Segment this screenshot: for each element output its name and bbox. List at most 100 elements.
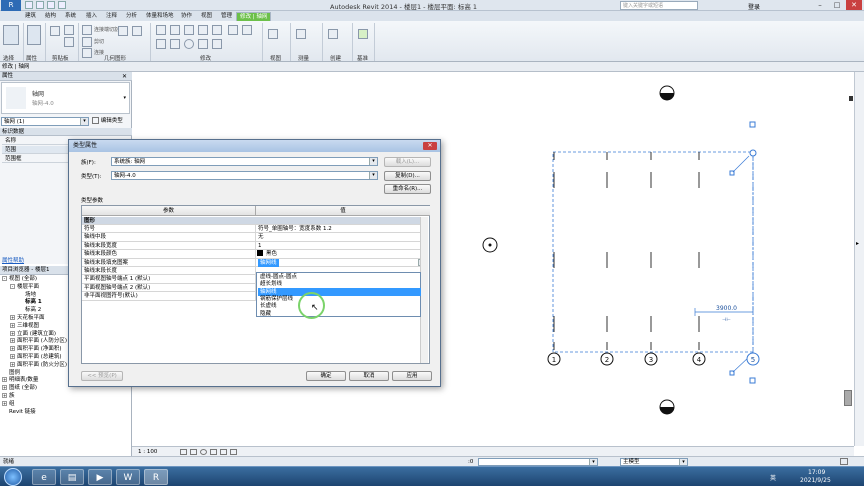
ime-lang[interactable]: 英 [770,473,776,482]
parameter-row[interactable]: ▾轴线末段填充图案轴网线 [82,258,428,267]
grid-end-handle[interactable] [749,149,757,157]
parameter-row[interactable]: 轴线末段颜色 黑色 [82,250,428,259]
instance-filter[interactable]: 轴网 (1) ▾ [1,117,89,126]
create-similar-icon[interactable] [328,29,338,39]
parameter-row[interactable]: 轴线中段 无 [82,233,428,242]
drag-handle[interactable] [749,377,756,384]
tab-architecture[interactable]: 建筑 [22,12,39,21]
group-select[interactable]: 选择 [3,54,14,62]
scale-icon[interactable] [212,39,222,49]
tab-massing[interactable]: 体量和场地 [143,12,177,21]
open-icon[interactable] [25,1,33,9]
expand-icon[interactable]: + [10,322,15,328]
collapse-icon[interactable]: - [10,283,15,289]
shadows-icon[interactable] [210,449,217,455]
tab-collaborate[interactable]: 协作 [178,12,195,21]
detail-level-icon[interactable] [180,449,187,455]
array-icon[interactable] [198,39,208,49]
preview-button[interactable]: << 预览(P) [81,371,123,381]
tab-insert[interactable]: 插入 [83,12,100,21]
ok-button[interactable]: 确定 [306,371,346,381]
paint-icon[interactable] [132,26,142,36]
cut-icon[interactable] [64,25,74,35]
type-select[interactable]: 轴网-4.0 ▾ [111,171,378,180]
properties-icon[interactable] [27,25,41,45]
parameter-value[interactable]: 符号_单圈轴号：宽度系数 1.2 [258,225,332,233]
dimension-lock-icon[interactable]: ⊣⊢ [722,317,731,323]
explorer-icon[interactable]: ▤ [60,469,84,485]
expand-icon[interactable]: + [10,338,15,344]
apply-button[interactable]: 应用 [392,371,432,381]
join-icon[interactable] [82,48,92,58]
cut-geometry-icon[interactable] [82,37,92,47]
align-icon[interactable] [156,25,166,35]
tab-modify-grid[interactable]: 修改 | 轴网 [236,12,272,21]
parameter-value[interactable]: 黑色 [266,250,277,258]
sun-path-icon[interactable] [200,449,207,455]
rotate-icon[interactable] [184,39,194,49]
mirror-axis-icon[interactable] [184,25,194,35]
parameter-row[interactable]: 轴线末段宽度 1 [82,241,428,251]
expand-icon[interactable]: + [2,377,7,383]
app-menu-button[interactable]: R [1,0,21,11]
media-icon[interactable]: ▶ [88,469,112,485]
expand-icon[interactable]: + [10,330,15,336]
save-icon[interactable] [36,1,44,9]
properties-help-link[interactable]: 属性帮助 [2,256,24,264]
dialog-close-button[interactable]: ✕ [423,142,437,150]
wall-joins-icon[interactable] [118,26,128,36]
cope-icon[interactable] [82,25,92,35]
edit-type-button[interactable]: 编辑类型 [92,117,123,126]
identity-data-header[interactable]: 标识数据 [0,128,132,136]
parameter-row[interactable]: 符号 符号_单圈轴号：宽度系数 1.2 [82,225,428,234]
copy-element-icon[interactable] [170,39,180,49]
hide-view-icon[interactable] [268,29,278,39]
navigation-bar-handle[interactable] [844,390,852,406]
active-workset[interactable]: ▾ [478,458,598,466]
offset-icon[interactable] [170,25,180,35]
close-icon[interactable]: ✕ [122,73,127,80]
trim-icon[interactable] [212,25,222,35]
fill-pattern-dropdown-list[interactable]: 虚线-圆点-圆点 超长划线 轴网线 钢筋保护层线 长虚线 隐藏 [256,272,421,317]
expand-icon[interactable]: + [2,392,7,398]
ie-icon[interactable]: e [32,469,56,485]
design-option[interactable]: 主模型 ▾ [620,458,688,466]
rename-button[interactable]: 重命名(R)... [384,184,431,194]
modify-select-icon[interactable] [3,25,19,45]
browser-item[interactable]: + 族 [2,392,130,401]
tab-view[interactable]: 视图 [198,12,215,21]
user-signin[interactable]: 登录 [748,2,760,11]
filter-icon[interactable] [840,458,848,465]
minimize-button[interactable]: – [812,0,828,10]
vertical-scrollbar[interactable] [854,72,864,446]
drag-handle[interactable] [749,121,756,128]
expand-icon[interactable]: + [2,385,7,391]
expand-icon[interactable]: + [10,314,15,320]
delete-icon[interactable] [242,25,252,35]
redo-icon[interactable] [58,1,66,9]
move-icon[interactable] [156,39,166,49]
expand-icon[interactable]: + [10,346,15,352]
expand-icon[interactable]: + [10,353,15,359]
type-selector[interactable]: 轴网 轴网-4.0 ▾ [1,82,130,114]
scroll-arrow-right[interactable] [849,96,853,101]
propagate-extents-icon[interactable] [358,29,368,39]
tab-structure[interactable]: 结构 [42,12,59,21]
search-input[interactable]: 键入关键字或短语 [620,1,698,10]
tab-manage[interactable]: 管理 [218,12,235,21]
browser-item[interactable]: + 组 [2,400,130,409]
parameter-value[interactable]: 无 [258,233,264,241]
parameter-value[interactable]: 1 [258,242,262,250]
undo-icon[interactable] [47,1,55,9]
crop-view-icon[interactable] [220,449,227,455]
close-button[interactable]: ✕ [846,0,862,10]
maximize-button[interactable]: □ [829,0,845,10]
visual-style-icon[interactable] [190,449,197,455]
word-icon[interactable]: W [116,469,140,485]
dropdown-option[interactable]: 隐藏 [258,310,421,318]
duplicate-button[interactable]: 复制(D)... [384,171,431,181]
measure-icon[interactable] [296,29,306,39]
collapse-icon[interactable]: - [2,276,7,281]
browser-item[interactable]: Revit 链接 [2,409,130,417]
table-scrollbar[interactable] [420,217,428,363]
